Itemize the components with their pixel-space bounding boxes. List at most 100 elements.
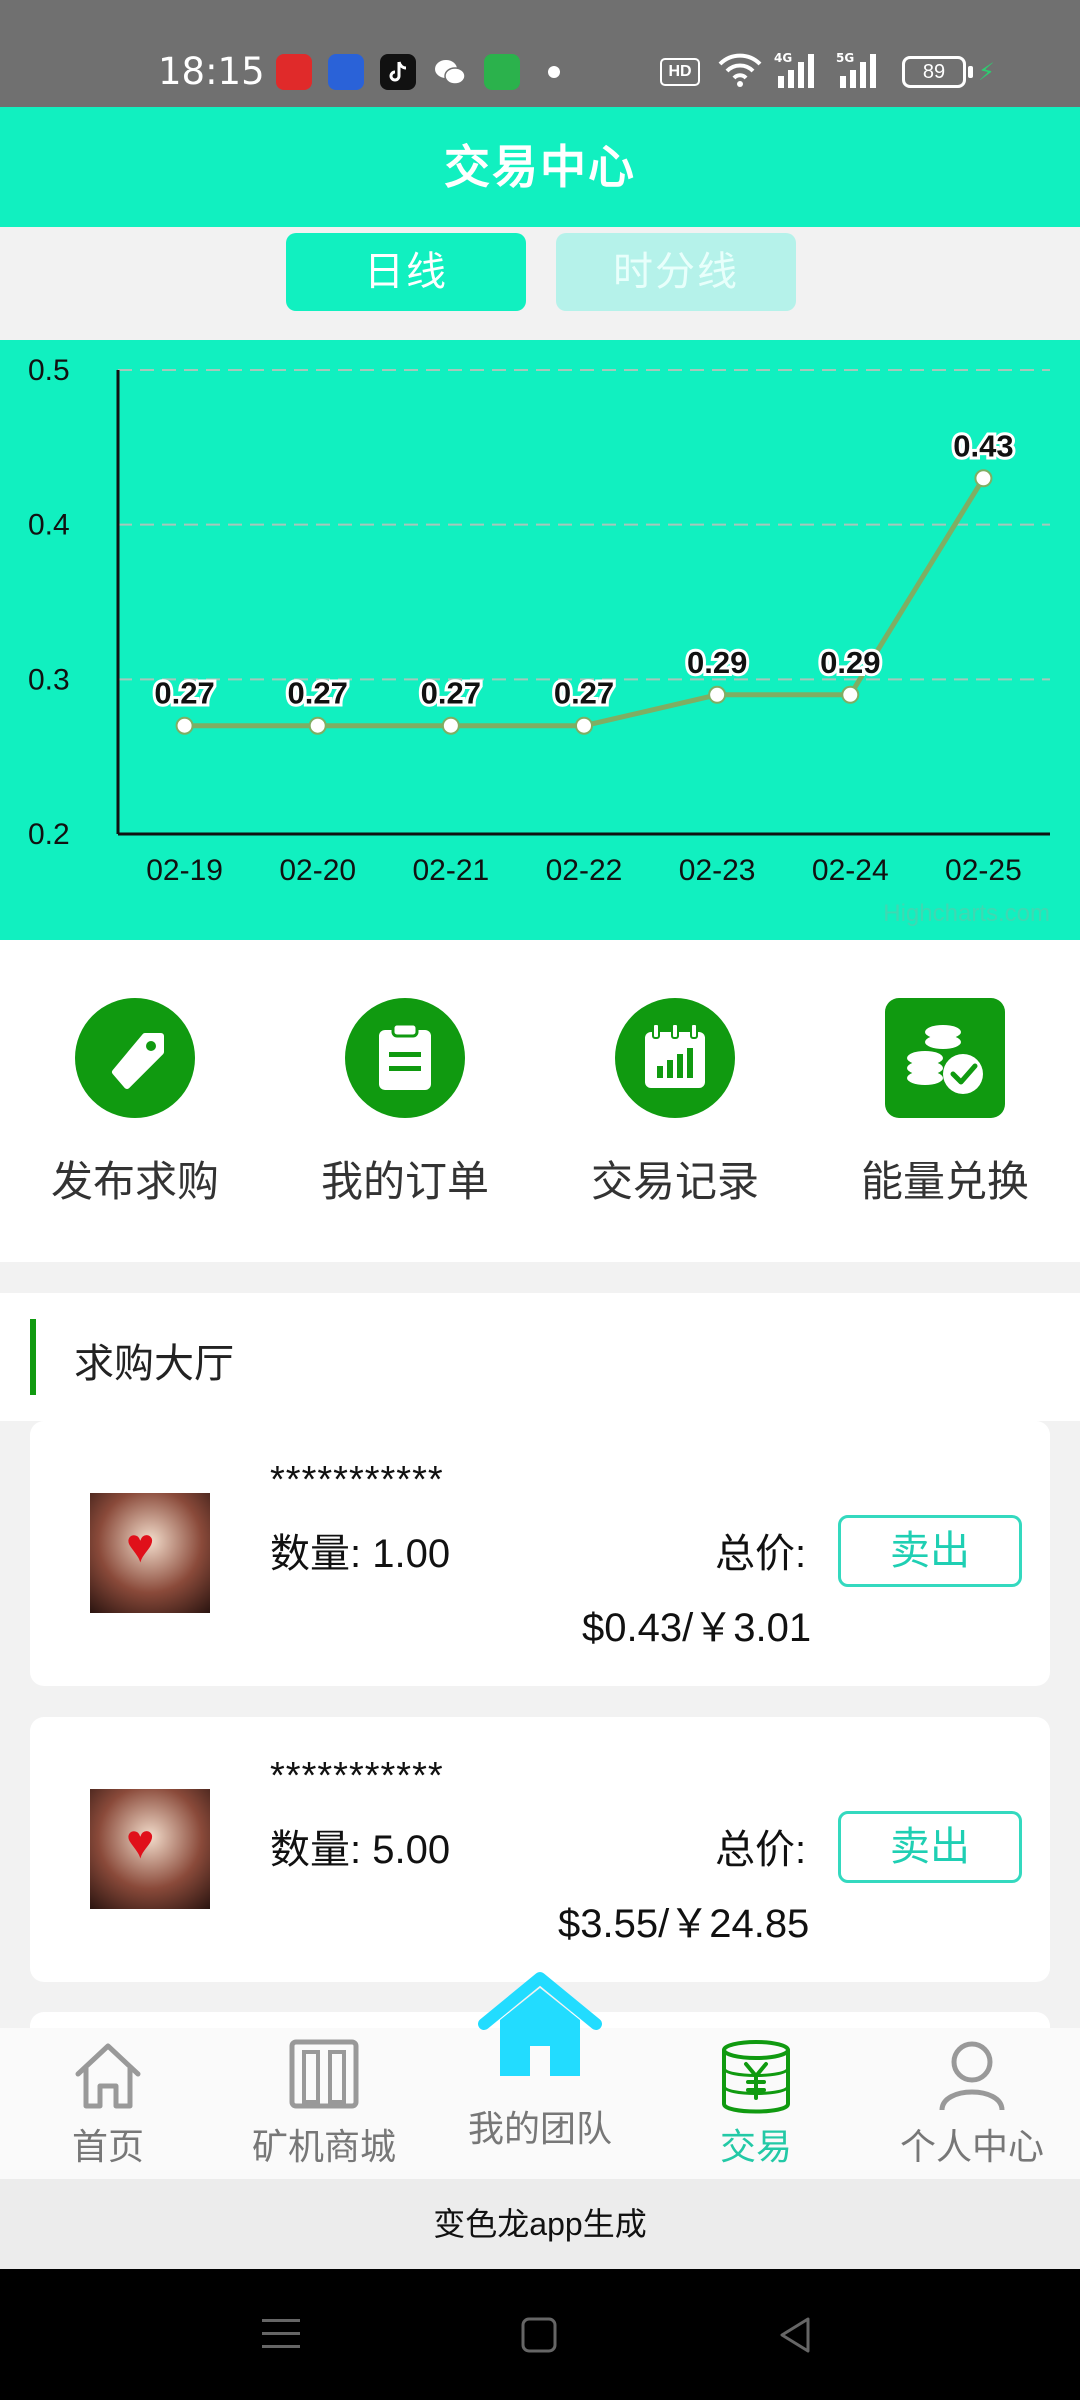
quick-item-post-purchase[interactable]: 发布求购 (0, 940, 270, 1262)
order-quantity: 数量: 1.00 (270, 1521, 450, 1579)
tab-intraday[interactable]: 时分线 (556, 233, 796, 311)
price-line-chart: 0.2 0.3 0.4 0.5 02-19 02-20 02-21 02-22 02-23 02-… (28, 354, 1050, 887)
battery-level: 89 (902, 56, 966, 88)
total-label: 总价: (715, 1828, 807, 1872)
x-tick-label: 02-22 (546, 854, 623, 887)
x-tick-label: 02-23 (679, 854, 756, 887)
battery-tip (968, 66, 973, 78)
nav-label: 我的团队 (467, 2108, 612, 2149)
order-price: $0.43/￥3.01 (582, 1606, 812, 1650)
home-outline-icon (75, 2043, 141, 2109)
sell-button[interactable]: 卖出 (838, 1515, 1022, 1587)
sell-button[interactable]: 卖出 (838, 1811, 1022, 1883)
data-label: 0.29 (820, 645, 880, 680)
buyer-name: *********** (270, 1755, 444, 1797)
order-thumbnail: ♥ (90, 1493, 210, 1613)
clipboard-icon (345, 998, 465, 1118)
tag-icon (75, 998, 195, 1118)
status-time: 18:15 (158, 50, 265, 93)
data-label: 0.27 (154, 676, 214, 711)
back-icon[interactable] (778, 2317, 812, 2353)
smart-home-app-icon (328, 54, 364, 90)
data-label: 0.29 (687, 645, 747, 680)
heart-icon: ♥ (126, 1816, 155, 1869)
y-tick-label: 0.5 (28, 354, 70, 387)
data-point (575, 716, 593, 735)
signal-4g-icon: 4G (774, 51, 814, 88)
y-tick-label: 0.2 (28, 818, 70, 851)
nav-trade[interactable]: 交易 (648, 2028, 864, 2179)
quantity-label: 数量: (270, 1532, 362, 1576)
x-tick-label: 02-24 (812, 854, 889, 887)
app-generator-footer: 变色龙app生成 (0, 2179, 1080, 2269)
y-tick-label: 0.4 (28, 509, 70, 542)
system-navigation-bar (0, 2269, 1080, 2400)
quantity-value: 5.00 (372, 1828, 451, 1872)
person-icon (939, 2041, 1005, 2111)
menu-icon[interactable] (262, 2317, 300, 2351)
data-point (175, 716, 194, 735)
nav-home[interactable]: 首页 (0, 2028, 216, 2179)
y-tick-label: 0.3 (28, 663, 70, 696)
total-label: 总价: (715, 1532, 807, 1576)
order-quantity: 数量: 5.00 (270, 1817, 450, 1875)
section-title: 求购大厅 (74, 1342, 234, 1386)
quick-item-trade-records[interactable]: 交易记录 (540, 940, 810, 1262)
pinduoduo-app-icon (276, 54, 312, 90)
order-card: ♥ *********** 数量: 1.00 总价: $0.43/￥3.01 卖… (30, 1421, 1050, 1686)
quick-label: 交易记录 (590, 1158, 759, 1205)
nav-store[interactable]: 矿机商城 (216, 2028, 432, 2179)
heart-icon: ♥ (126, 1520, 155, 1573)
yuan-database-icon (722, 2040, 790, 2114)
data-point (708, 685, 727, 704)
data-label: 0.27 (288, 676, 348, 711)
x-tick-label: 02-25 (945, 854, 1022, 887)
coins-check-icon (885, 998, 1005, 1118)
charging-bolt-icon: ⚡ (978, 59, 995, 86)
section-accent-bar (30, 1319, 36, 1395)
home-square-icon[interactable] (521, 2317, 557, 2353)
store-app-icon (484, 54, 520, 90)
quick-label: 发布求购 (50, 1158, 219, 1205)
order-price: $3.55/￥24.85 (558, 1902, 810, 1946)
tab-daily[interactable]: 日线 (286, 233, 526, 311)
x-tick-label: 02-19 (146, 854, 223, 887)
quantity-label: 数量: (270, 1828, 362, 1872)
data-point (974, 469, 993, 488)
nav-label: 个人中心 (899, 2126, 1044, 2167)
calendar-chart-icon (615, 998, 735, 1118)
data-point (308, 716, 327, 735)
purchase-hall-header: 求购大厅 (0, 1293, 1080, 1421)
quick-item-my-orders[interactable]: 我的订单 (270, 940, 540, 1262)
quantity-value: 1.00 (372, 1532, 451, 1576)
data-label: 0.27 (421, 676, 481, 711)
signal-5g-label: 5G (836, 51, 854, 65)
quick-menu: 发布求购 我的订单 交易记录 能量兑换 (0, 940, 1080, 1262)
page-title: 交易中心 (0, 107, 1080, 227)
nav-label: 交易 (719, 2126, 792, 2167)
chart-credit: Highcharts.com (883, 900, 1050, 927)
wechat-icon (432, 54, 468, 90)
data-point (841, 685, 860, 704)
price-chart: 0.2 0.3 0.4 0.5 02-19 02-20 02-21 02-22 02-23 02-… (0, 340, 1080, 940)
hd-voice-badge: HD (660, 58, 700, 86)
x-tick-label: 02-21 (412, 854, 489, 887)
store-icon (289, 2039, 359, 2109)
wifi-icon (718, 53, 762, 87)
quick-label: 能量兑换 (860, 1158, 1029, 1205)
quick-label: 我的订单 (320, 1158, 489, 1205)
tiktok-app-icon (380, 54, 416, 90)
quick-item-energy-exchange[interactable]: 能量兑换 (810, 940, 1080, 1262)
home-filled-icon[interactable] (478, 1972, 602, 2076)
data-label: 0.27 (554, 676, 614, 711)
nav-label: 首页 (71, 2126, 144, 2167)
data-point (441, 716, 460, 735)
order-thumbnail: ♥ (90, 1789, 210, 1909)
notification-dot (548, 66, 560, 78)
nav-label: 矿机商城 (251, 2126, 396, 2167)
nav-profile[interactable]: 个人中心 (864, 2028, 1080, 2179)
data-label: 0.43 (953, 428, 1013, 463)
status-bar: 18:15 HD 4G 5G 89 ⚡ (0, 0, 1080, 107)
buyer-name: *********** (270, 1459, 444, 1501)
signal-4g-label: 4G (774, 51, 792, 65)
